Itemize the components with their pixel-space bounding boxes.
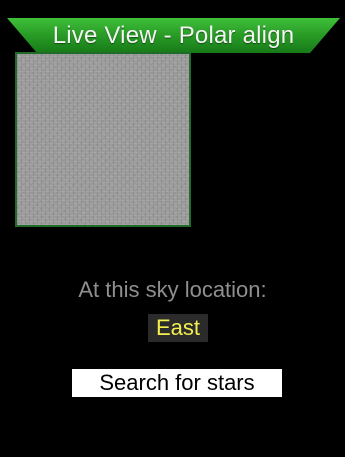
live-view-preview (15, 52, 191, 227)
sky-location-value[interactable]: East (148, 314, 208, 342)
screen: Live View - Polar align At this sky loca… (0, 0, 345, 457)
search-for-stars-button[interactable]: Search for stars (72, 369, 282, 397)
page-title: Live View - Polar align (52, 22, 295, 49)
title-bar: Live View - Polar align (7, 18, 340, 53)
sky-location-label: At this sky location: (78, 277, 267, 302)
